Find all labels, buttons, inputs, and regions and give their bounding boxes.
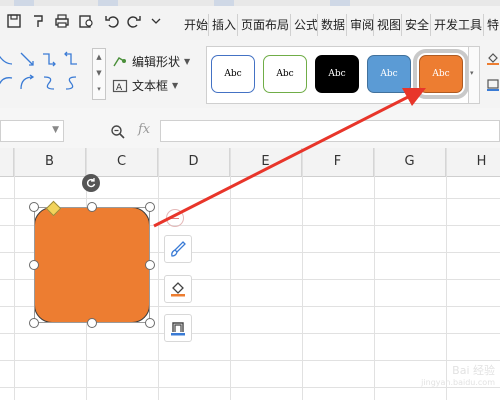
paint-bucket-icon [171, 282, 185, 297]
doc-tab-marker [98, 0, 118, 6]
print-icon[interactable] [52, 12, 72, 30]
grid-row-line [0, 360, 500, 361]
column-header-g[interactable]: G [374, 148, 446, 176]
grid-column-line [302, 148, 303, 400]
chevron-down-icon: ▼ [184, 57, 191, 66]
grid-column-line [374, 148, 375, 400]
rotate-handle-icon[interactable] [82, 174, 100, 192]
column-header-f[interactable]: F [302, 148, 374, 176]
outline-icon [171, 322, 185, 336]
fill-color-icon[interactable] [486, 52, 500, 66]
svg-text:A: A [116, 83, 123, 93]
tab-insert[interactable]: 插入 [208, 14, 239, 36]
text-box-label: 文本框 [132, 79, 169, 93]
connector-shape-icon[interactable] [0, 50, 14, 68]
expand-gallery-icon[interactable]: ▾ [470, 69, 474, 77]
resize-handle-left[interactable] [29, 260, 39, 270]
doc-tab-marker [330, 0, 350, 6]
curved-arrow-connector-icon[interactable] [18, 74, 36, 92]
scroll-down-icon[interactable]: ▼ [93, 65, 105, 81]
collapse-toolbar-icon[interactable] [166, 209, 184, 227]
column-header-c[interactable]: C [86, 148, 158, 176]
style-item-orange-fill[interactable]: Abc [413, 49, 469, 99]
tab-page-layout[interactable]: 页面布局 [237, 14, 292, 36]
style-item-blue-outline[interactable]: Abc [211, 55, 255, 93]
tab-security[interactable]: 安全 [401, 14, 432, 36]
row-header-corner[interactable] [0, 148, 14, 176]
scroll-up-icon[interactable]: ▲ [93, 49, 105, 65]
tab-view[interactable]: 视图 [373, 14, 404, 36]
edit-shape-label: 编辑形状 [132, 55, 181, 69]
expand-gallery-icon[interactable]: ▾ [93, 81, 105, 97]
brush-icon [171, 241, 186, 257]
zoom-icon[interactable] [110, 124, 126, 140]
grid-row-line [0, 333, 500, 334]
formula-bar: ▼ fx [0, 108, 500, 149]
s-curve-connector-icon[interactable] [40, 74, 58, 92]
grid-column-line [158, 148, 159, 400]
edit-shape-button[interactable]: 编辑形状 ▼ [112, 52, 190, 72]
tab-data[interactable]: 数据 [317, 14, 348, 36]
column-header-row: B C D E F G H [0, 148, 500, 177]
watermark-logo: Bai 经验 jingyan.baidu.com [421, 364, 495, 387]
column-header-e[interactable]: E [230, 148, 302, 176]
doc-tab-marker [214, 0, 234, 6]
grid-row-line [0, 198, 500, 199]
outline-color-icon[interactable] [486, 78, 500, 92]
shape-fill-tool-button[interactable] [164, 275, 192, 303]
resize-handle-top[interactable] [87, 202, 97, 212]
style-gallery-scroll[interactable]: ▾ [468, 46, 480, 104]
elbow-arrow-connector-icon[interactable] [40, 50, 58, 68]
shape-style-gallery: Abc Abc Abc Abc Abc [206, 46, 470, 104]
undo-icon[interactable] [102, 12, 122, 30]
name-box[interactable]: ▼ [0, 120, 64, 142]
style-item-black-fill[interactable]: Abc [315, 55, 359, 93]
style-item-blue-fill[interactable]: Abc [367, 55, 411, 93]
resize-handle-bottom-right[interactable] [145, 318, 155, 328]
redo-icon[interactable] [124, 12, 144, 30]
formula-input[interactable] [160, 120, 500, 142]
edit-shape-icon [113, 57, 126, 67]
column-header-h[interactable]: H [446, 148, 500, 176]
shape-gallery-scroll[interactable]: ▲ ▼ ▾ [92, 48, 106, 100]
curved-connector-icon[interactable] [0, 74, 14, 92]
chevron-down-icon[interactable]: ▼ [52, 125, 59, 135]
grid-column-line [14, 148, 15, 400]
resize-handle-bottom-left[interactable] [29, 318, 39, 328]
resize-handle-top-left[interactable] [29, 202, 39, 212]
resize-handle-top-right[interactable] [145, 202, 155, 212]
shape-style-tool-button[interactable] [164, 235, 192, 263]
style-item-green-outline[interactable]: Abc [263, 55, 307, 93]
text-box-icon: A [112, 79, 128, 93]
fx-label[interactable]: fx [138, 122, 150, 137]
elbow-connector-icon[interactable] [18, 50, 36, 68]
selection-frame [34, 207, 150, 323]
tab-developer[interactable]: 开发工具 [430, 14, 485, 36]
chevron-down-icon: ▼ [172, 81, 179, 90]
column-header-d[interactable]: D [158, 148, 230, 176]
resize-handle-right[interactable] [145, 260, 155, 270]
text-box-button[interactable]: A 文本框 ▼ [112, 76, 178, 96]
column-header-b[interactable]: B [14, 148, 86, 176]
s-curve-arrow-connector-icon[interactable] [62, 74, 80, 92]
tab-special[interactable]: 特 [483, 14, 500, 36]
ribbon: ▲ ▼ ▾ 编辑形状 ▼ A 文本框 ▼ Abc Abc Abc Abc Abc… [0, 40, 500, 109]
more-dropdown-icon[interactable] [146, 12, 166, 30]
save-icon[interactable] [4, 12, 24, 30]
doc-tab-marker [14, 0, 34, 6]
document-tab-strip [0, 0, 500, 6]
tab-home[interactable]: 开始 [181, 14, 211, 36]
print-preview-icon[interactable] [76, 12, 96, 30]
grid-column-line [230, 148, 231, 400]
resize-handle-bottom[interactable] [87, 318, 97, 328]
format-painter-icon[interactable] [28, 12, 48, 30]
double-elbow-connector-icon[interactable] [62, 50, 80, 68]
menu-tab-bar: 开始 插入 页面布局 公式 数据 审阅 视图 安全 开发工具 特 [0, 0, 500, 41]
shape-outline-tool-button[interactable] [164, 314, 192, 342]
